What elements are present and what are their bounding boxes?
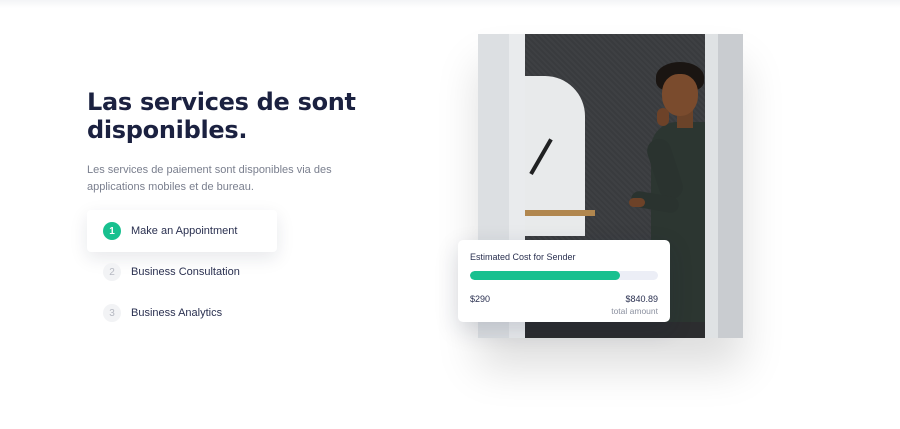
title-line-2: disponibles. <box>87 116 248 144</box>
step-number-badge: 1 <box>103 222 121 240</box>
cost-card-title: Estimated Cost for Sender <box>470 252 576 262</box>
title-word-de-sont: de sont <box>256 88 356 116</box>
title-word-las: Las <box>87 88 132 116</box>
photo-wall-right <box>705 34 743 338</box>
photo-desk <box>525 210 595 216</box>
cost-progress-bar <box>470 271 658 280</box>
hero-title: Las services de sont disponibles. <box>87 88 387 144</box>
step-number-badge: 2 <box>103 263 121 281</box>
step-label: Make an Appointment <box>131 225 238 237</box>
top-divider-shadow <box>0 0 900 8</box>
step-label: Business Consultation <box>131 266 240 278</box>
hero-section: Las services de sont disponibles. Les se… <box>87 88 387 196</box>
cost-total-caption: total amount <box>611 306 658 316</box>
step-label: Business Analytics <box>131 307 223 319</box>
cost-left-amount: $290 <box>470 294 491 304</box>
step-number-badge: 3 <box>103 304 121 322</box>
steps-list: 1 Make an Appointment 2 Business Consult… <box>87 210 277 333</box>
step-make-appointment[interactable]: 1 Make an Appointment <box>87 210 277 252</box>
person-hand-laptop <box>629 198 645 207</box>
step-business-analytics[interactable]: 3 Business Analytics <box>87 292 277 334</box>
step-business-consultation[interactable]: 2 Business Consultation <box>87 251 277 293</box>
person-hand-phone <box>657 108 669 126</box>
photo-floor <box>525 322 705 338</box>
hero-description: Les services de paiement sont disponible… <box>87 164 332 193</box>
title-highlight: services <box>138 88 250 116</box>
cost-total-amount: $840.89 <box>625 294 658 304</box>
cost-progress-fill <box>470 271 621 280</box>
cost-card: Estimated Cost for Sender $290 $840.89 t… <box>458 240 670 322</box>
